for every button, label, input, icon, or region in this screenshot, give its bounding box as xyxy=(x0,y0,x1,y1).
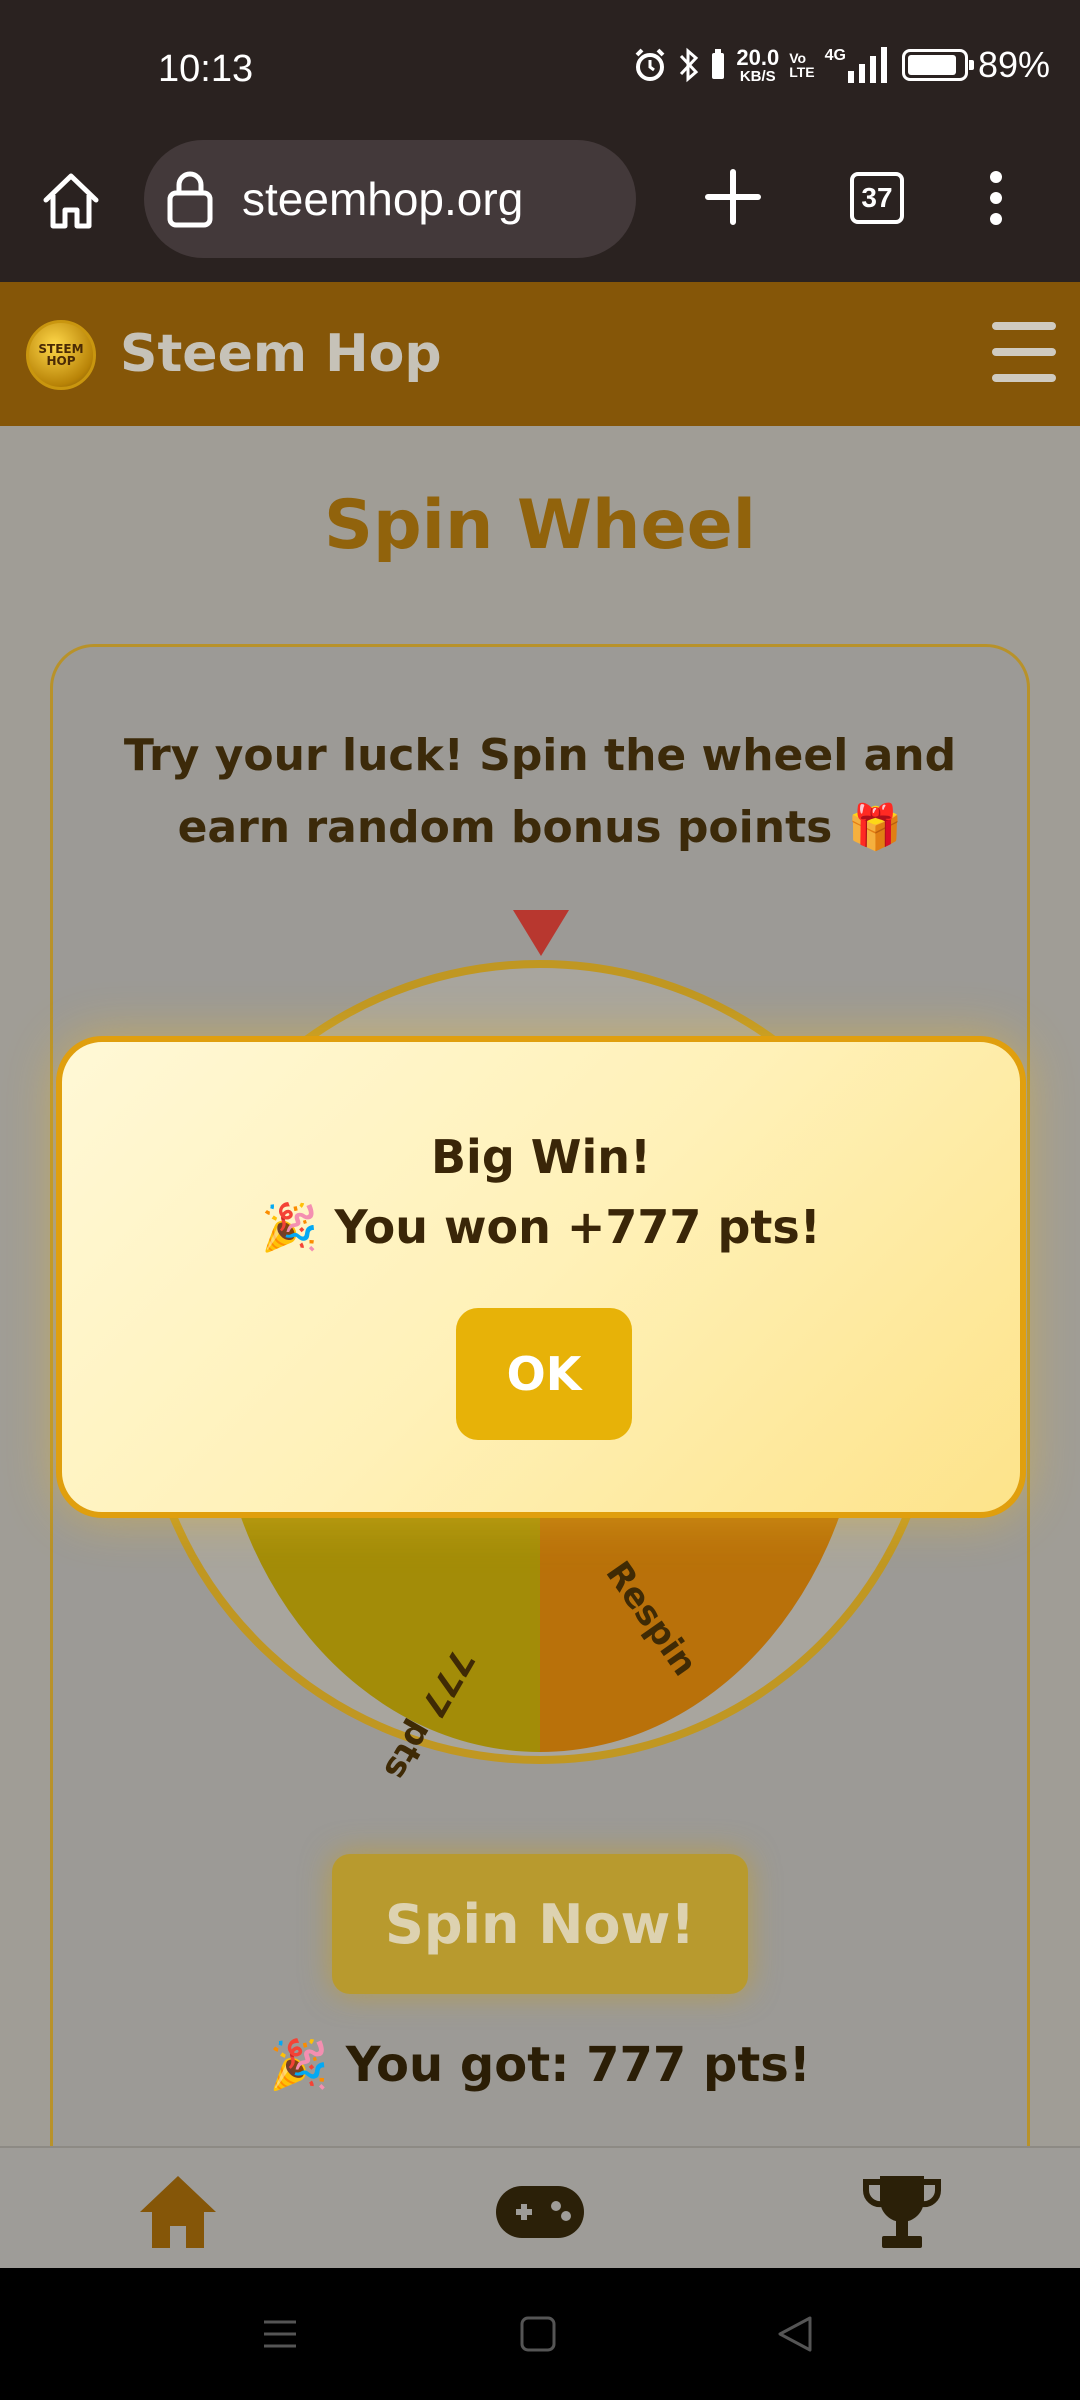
browser-toolbar: steemhop.org 37 xyxy=(0,140,1080,282)
url-text: steemhop.org xyxy=(242,173,524,225)
status-time: 10:13 xyxy=(158,48,254,90)
spin-description: Try your luck! Spin the wheel and earn r… xyxy=(123,730,957,853)
alarm-icon xyxy=(635,48,665,81)
page-title: Spin Wheel xyxy=(323,486,756,565)
home-icon[interactable] xyxy=(136,2172,220,2252)
modal-message: 🎉 You won +777 pts! xyxy=(261,1200,821,1254)
volte-top: Vo xyxy=(789,50,807,66)
bluetooth-icon xyxy=(680,47,699,83)
square-icon[interactable] xyxy=(520,2316,556,2352)
wheel-pointer-icon xyxy=(513,910,569,956)
status-icons: 20.0 KB/S Vo LTE 4G 89% xyxy=(632,44,1050,86)
address-bar[interactable]: steemhop.org xyxy=(144,140,636,258)
net-speed-value: 20.0 xyxy=(736,44,780,70)
site-title[interactable]: Steem Hop xyxy=(120,324,442,384)
status-bar: 10:13 20.0 KB/S Vo LTE 4G 89% xyxy=(0,0,1080,140)
battery-saver-icon xyxy=(712,49,725,79)
hamburger-menu-icon[interactable] xyxy=(992,322,1056,382)
menu-icon[interactable] xyxy=(262,2316,298,2352)
volte-indicator: Vo LTE xyxy=(789,51,814,79)
battery-fill xyxy=(907,55,956,75)
battery-icon xyxy=(901,49,974,81)
network-type: 4G xyxy=(824,47,846,64)
trophy-icon[interactable] xyxy=(860,2172,944,2252)
tab-count-button[interactable]: 37 xyxy=(850,172,904,224)
site-header: STEEM HOP Steem Hop xyxy=(0,282,1080,426)
spin-now-button[interactable]: Spin Now! xyxy=(332,1854,748,1994)
gamepad-icon[interactable] xyxy=(494,2172,586,2252)
spin-result: 🎉 You got: 777 pts! xyxy=(269,2037,811,2093)
more-vert-icon[interactable] xyxy=(982,170,1010,226)
home-icon[interactable] xyxy=(38,168,104,234)
modal-title: Big Win! xyxy=(430,1130,651,1184)
ok-button[interactable]: OK xyxy=(456,1308,632,1440)
site-logo[interactable]: STEEM HOP xyxy=(26,320,96,390)
net-speed-unit: KB/S xyxy=(739,67,776,85)
lock-icon xyxy=(167,171,213,228)
battery-percent: 89% xyxy=(977,44,1050,85)
bottom-nav xyxy=(0,2146,1080,2268)
net-speed: 20.0 KB/S xyxy=(736,44,780,85)
logo-text: STEEM HOP xyxy=(38,342,84,368)
volte-bottom: LTE xyxy=(789,64,815,80)
win-modal: Big Win! 🎉 You won +777 pts! OK xyxy=(56,1036,1026,1518)
back-icon[interactable] xyxy=(776,2314,814,2354)
plus-icon[interactable] xyxy=(700,164,766,230)
system-nav-bar xyxy=(0,2268,1080,2400)
signal-icon xyxy=(847,47,887,83)
